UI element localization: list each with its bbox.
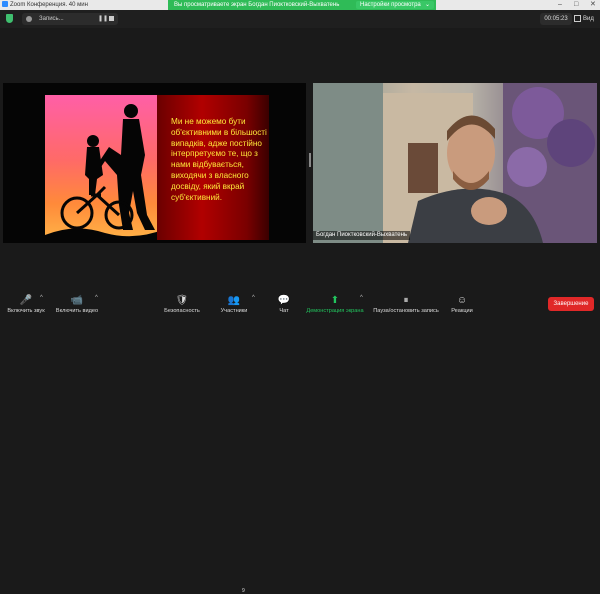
pause-stop-recording-button[interactable]: ⏸ Пауза/остановить запись	[370, 292, 442, 318]
recording-indicator: Запись... ❚❚	[22, 13, 118, 25]
meeting-topbar: Запись... ❚❚ 00:05:23 Вид	[0, 10, 600, 28]
shared-screen-tile: Ми не можемо бути об'єктивними в більшос…	[3, 83, 306, 243]
chat-icon: 💬	[277, 295, 291, 306]
view-options-button[interactable]: Настройки просмотра ⌄	[356, 1, 434, 9]
video-options-caret[interactable]: ^	[95, 295, 98, 301]
participant-video	[313, 83, 597, 243]
participant-name-label: Богдан Пиоктковский-Выхватень	[313, 231, 411, 240]
reactions-button[interactable]: ☺ Реакции	[446, 292, 478, 318]
share-screen-icon: ⬆	[330, 295, 340, 306]
maximize-button[interactable]: □	[574, 0, 578, 10]
security-button[interactable]: 🛡 Безопасность	[158, 292, 206, 318]
participants-icon: 👥	[227, 295, 241, 306]
encryption-shield-icon[interactable]	[6, 14, 13, 23]
shield-icon: 🛡	[175, 295, 189, 306]
chevron-down-icon: ⌄	[424, 2, 430, 8]
meeting-timer: 00:05:23	[540, 13, 572, 25]
participants-count: 9	[242, 588, 245, 594]
record-icon	[26, 16, 32, 22]
panel-resize-handle[interactable]	[309, 153, 311, 167]
app-title: Zoom Конференция. 40 мин	[2, 0, 88, 10]
audio-options-caret[interactable]: ^	[40, 295, 43, 301]
slide-image	[45, 95, 165, 240]
slide-text: Ми не можемо бути об'єктивними в більшос…	[171, 117, 267, 202]
meeting-toolbar: 🎤 Включить звук ^ 📹 Включить видео ^ 🛡 Б…	[0, 292, 600, 594]
participants-button[interactable]: 👥 Участники	[212, 292, 256, 318]
share-screen-button[interactable]: ⬆ Демонстрация экрана	[302, 292, 368, 318]
view-button[interactable]: Вид	[574, 13, 598, 25]
father-child-bicycle-silhouette	[45, 104, 165, 240]
minimize-button[interactable]: –	[558, 0, 562, 10]
close-button[interactable]: ✕	[590, 0, 596, 10]
presentation-slide: Ми не можемо бути об'єктивними в більшос…	[45, 95, 269, 240]
participants-options-caret[interactable]: ^	[252, 295, 255, 301]
recording-label: Запись...	[39, 16, 64, 22]
chat-button[interactable]: 💬 Чат	[270, 292, 298, 318]
zoom-logo-icon	[2, 1, 8, 8]
end-meeting-button[interactable]: Завершение	[548, 297, 594, 311]
view-grid-icon	[574, 14, 581, 22]
video-scene	[313, 83, 597, 243]
stop-recording-button[interactable]	[109, 16, 114, 21]
reactions-icon: ☺	[456, 295, 468, 306]
pause-recording-button[interactable]: ❚❚	[98, 13, 108, 25]
banner-message: Вы просматриваете экран Богдан Пиоктковс…	[174, 2, 340, 8]
window-titlebar: Zoom Конференция. 40 мин Вы просматривае…	[0, 0, 600, 10]
pause-record-icon: ⏸	[403, 295, 409, 306]
participant-video-tile: Богдан Пиоктковский-Выхватень	[313, 83, 597, 243]
share-options-caret[interactable]: ^	[360, 295, 363, 301]
screen-share-banner: Вы просматриваете экран Богдан Пиоктковс…	[168, 0, 436, 10]
